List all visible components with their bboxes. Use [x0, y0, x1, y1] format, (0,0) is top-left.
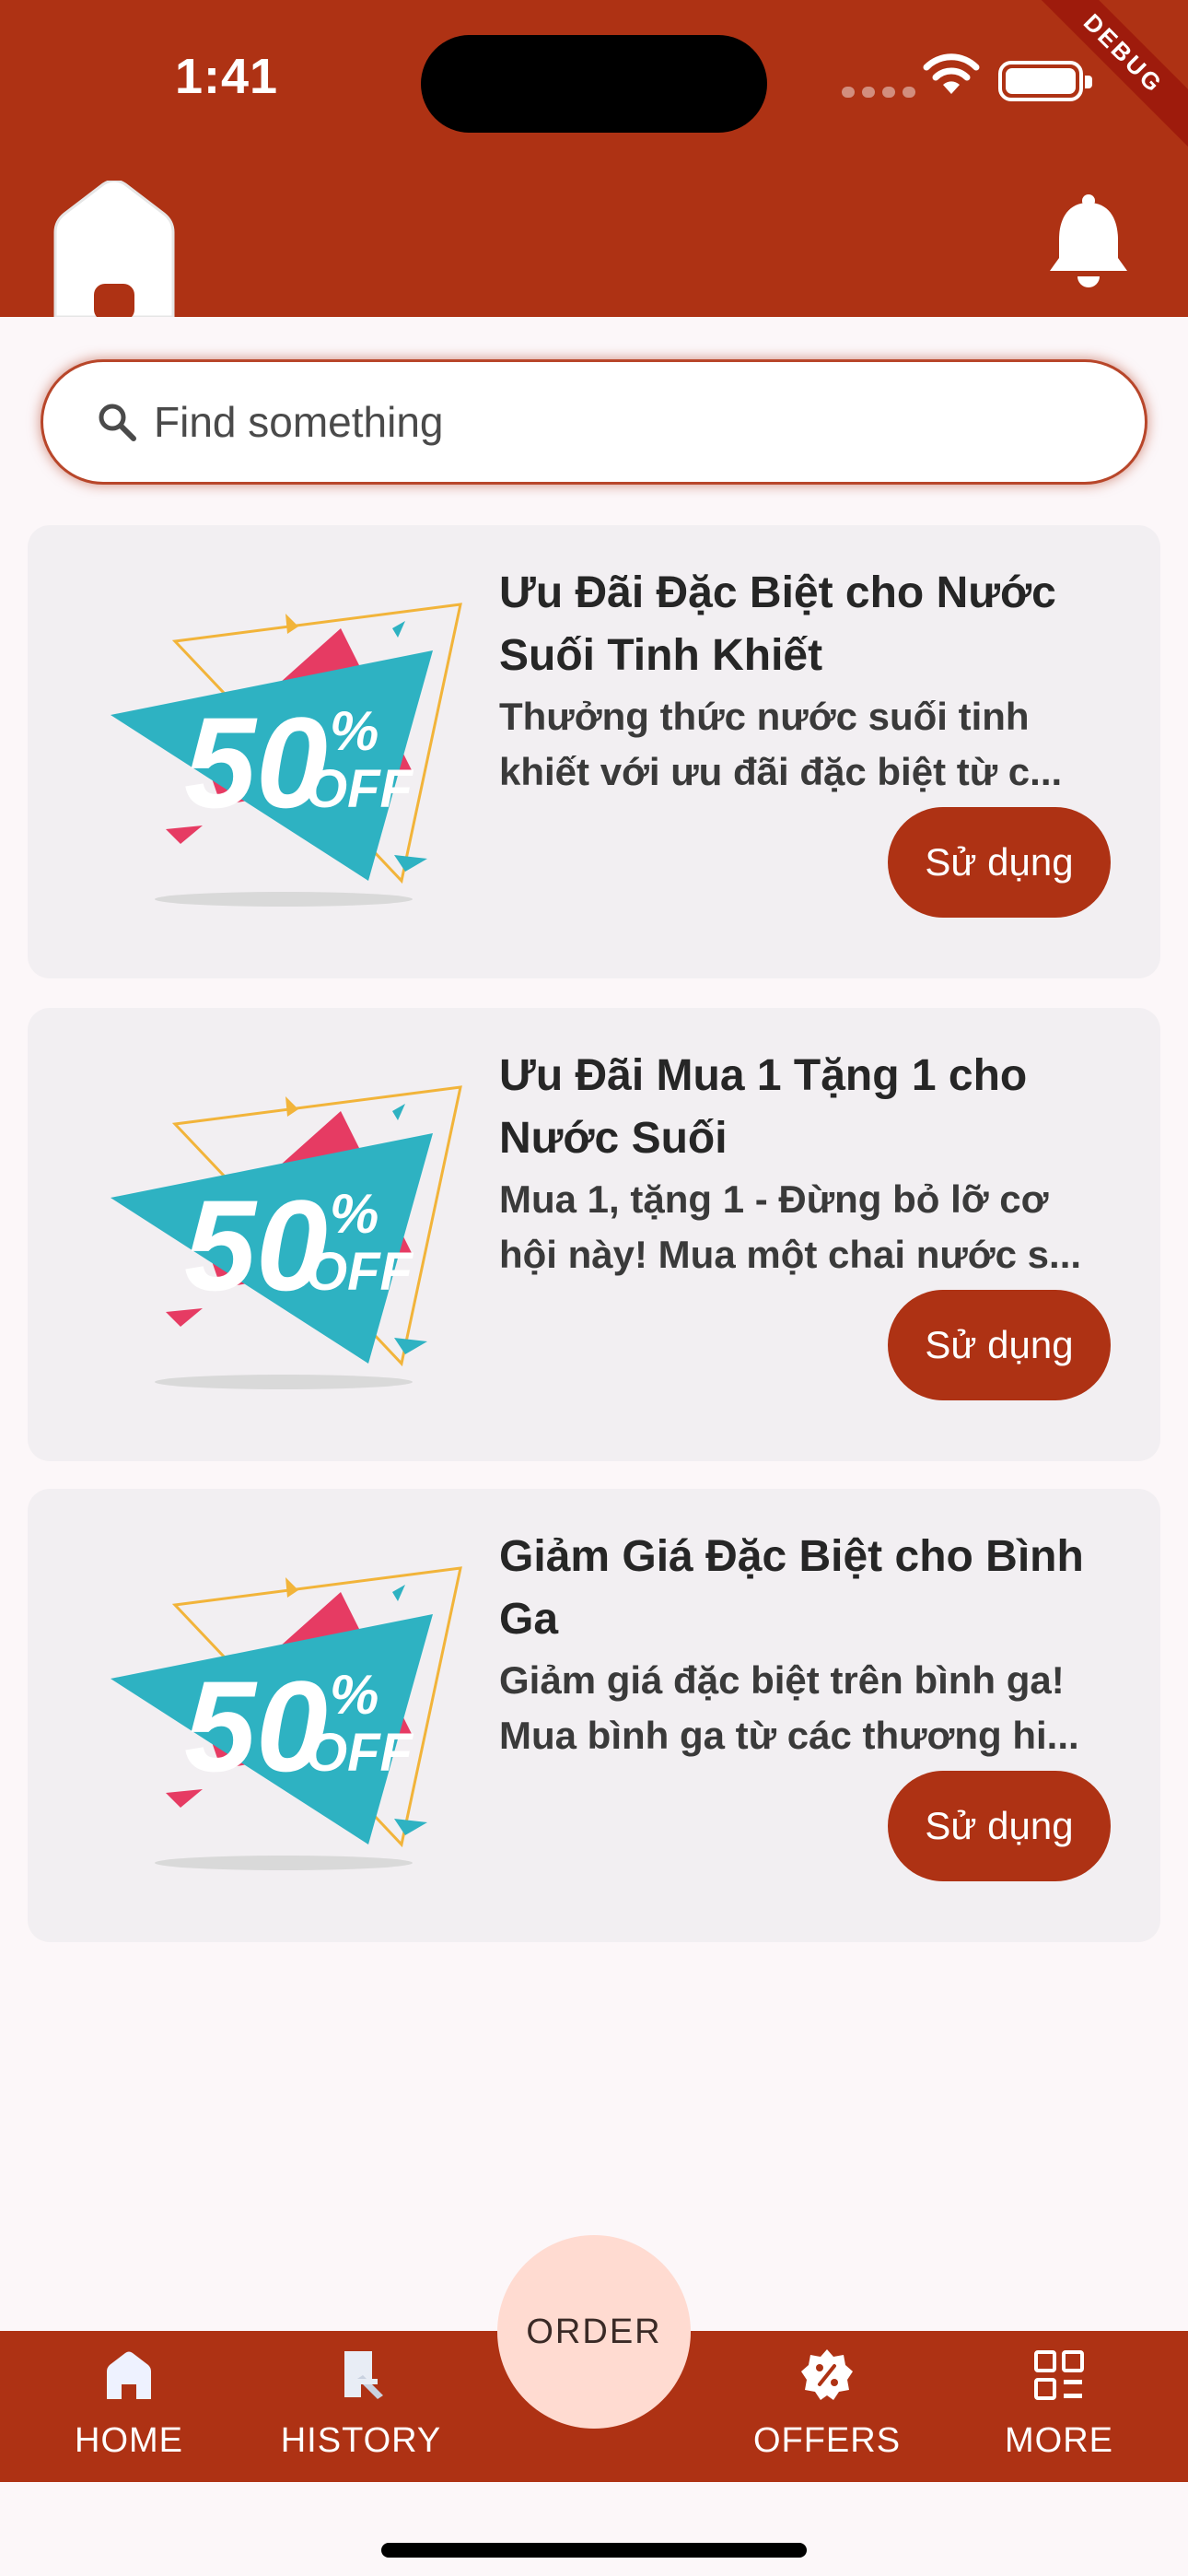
home-icon: [107, 2351, 151, 2399]
use-offer-button[interactable]: Sử dụng: [888, 1290, 1111, 1400]
offer-description: Giảm giá đặc biệt trên bình ga! Mua bình…: [499, 1658, 1079, 1757]
nav-offers-label: OFFERS: [752, 2421, 902, 2460]
badge-off: OFF: [306, 1723, 414, 1783]
nav-home-label: HOME: [75, 2421, 183, 2460]
more-icon: [1034, 2350, 1084, 2400]
offer-description: Mua 1, tặng 1 - Đừng bỏ lỡ cơ hội này! M…: [499, 1177, 1082, 1276]
offer-card[interactable]: 50 % OFF Ưu Đãi Mua 1 Tặng 1 cho Nước Su…: [28, 1008, 1160, 1461]
offer-title: Giảm Giá Đặc Biệt cho Bình Ga: [499, 1532, 1084, 1644]
app-header: 1:41 DEBUG: [0, 0, 1188, 317]
nav-history-label: HISTORY: [280, 2421, 442, 2460]
app-screen: 1:41 DEBUG Find something 50 % OFF Ưu Đã…: [0, 0, 1188, 2576]
offer-title: Ưu Đãi Mua 1 Tặng 1 cho Nước Suối: [499, 1051, 1028, 1163]
search-bar[interactable]: [41, 359, 1147, 485]
dynamic-island: [421, 35, 767, 133]
offers-icon: [801, 2349, 853, 2400]
search-icon: [99, 404, 136, 441]
nav-offers[interactable]: OFFERS: [735, 2348, 919, 2467]
status-time: 1:41: [175, 49, 279, 104]
cellular-signal-icon: [842, 87, 915, 98]
badge-off: OFF: [306, 759, 414, 819]
50-percent-off-badge: 50 % OFF: [111, 603, 462, 907]
offer-card[interactable]: 50 % OFF Giảm Giá Đặc Biệt cho Bình Ga G…: [28, 1489, 1160, 1942]
offer-description: Thưởng thức nước suối tinh khiết với ưu …: [499, 695, 1063, 793]
nav-history[interactable]: HISTORY: [269, 2348, 453, 2467]
50-percent-off-badge: 50 % OFF: [111, 1566, 462, 1870]
order-button[interactable]: ORDER: [497, 2235, 691, 2429]
offer-card[interactable]: 50 % OFF Ưu Đãi Đặc Biệt cho Nước Suối T…: [28, 525, 1160, 978]
bell-icon[interactable]: [1046, 193, 1131, 289]
use-offer-button[interactable]: Sử dụng: [888, 807, 1111, 918]
offer-title: Ưu Đãi Đặc Biệt cho Nước Suối Tinh Khiết: [499, 568, 1056, 680]
home-icon[interactable]: [42, 181, 186, 317]
nav-more-label: MORE: [1005, 2421, 1113, 2460]
badge-off: OFF: [306, 1242, 414, 1302]
nav-home[interactable]: HOME: [37, 2348, 221, 2467]
search-input[interactable]: [154, 397, 983, 447]
wifi-icon: [923, 53, 980, 94]
history-icon: [344, 2351, 383, 2399]
battery-icon: [998, 61, 1092, 101]
badge-percent: %: [330, 700, 379, 762]
50-percent-off-badge: 50 % OFF: [111, 1085, 462, 1389]
nav-more[interactable]: MORE: [967, 2348, 1151, 2467]
home-indicator[interactable]: [381, 2543, 807, 2558]
badge-percent: %: [330, 1664, 379, 1726]
use-offer-button[interactable]: Sử dụng: [888, 1771, 1111, 1881]
badge-percent: %: [330, 1183, 379, 1245]
